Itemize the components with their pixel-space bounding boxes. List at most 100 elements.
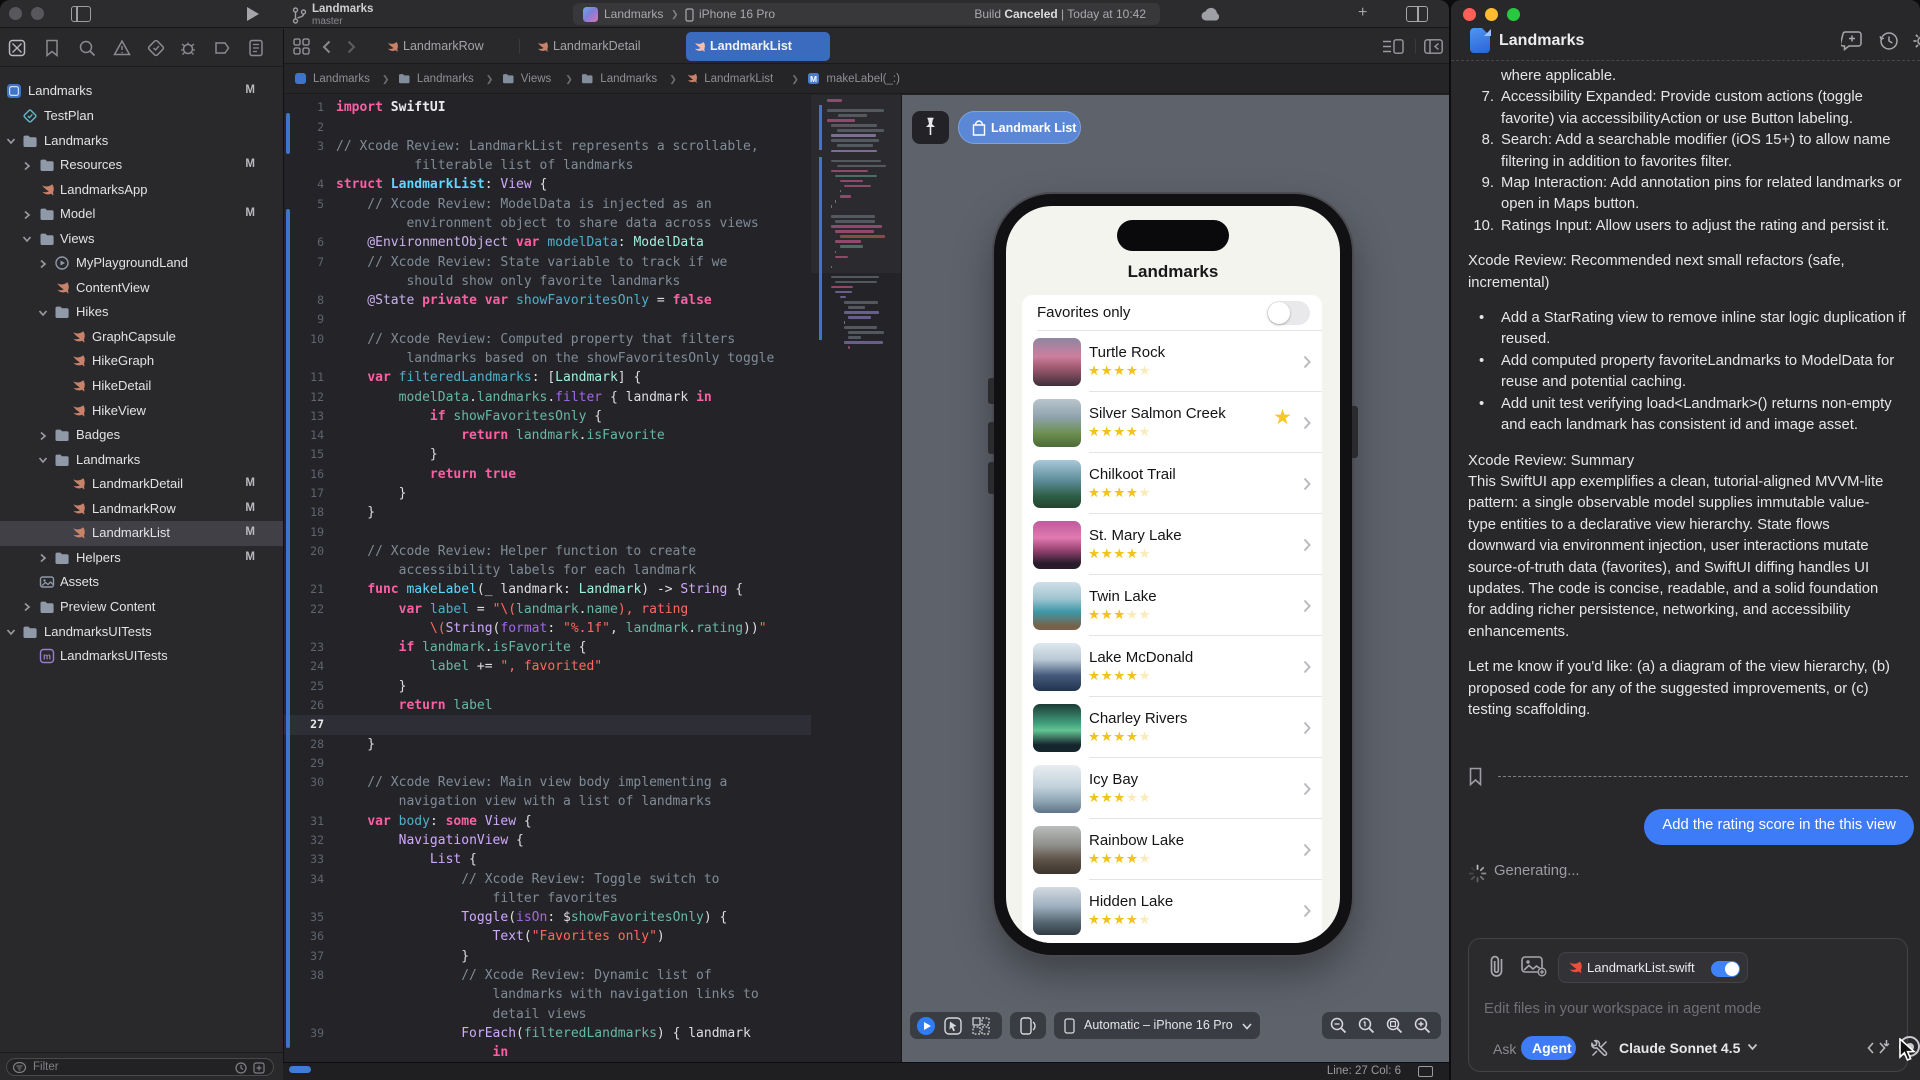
zoom-fit-icon[interactable] <box>1386 1017 1403 1034</box>
source-control-filter-icon[interactable] <box>253 1062 265 1074</box>
sidebar-item-resources[interactable]: ResourcesM <box>0 153 283 178</box>
zoom-100-icon[interactable] <box>1358 1017 1375 1034</box>
disclosure-down-icon[interactable] <box>38 455 48 465</box>
split-editor-icon[interactable] <box>1406 6 1428 22</box>
sidebar-item-views[interactable]: Views <box>0 227 283 252</box>
attached-file-toggle[interactable] <box>1711 961 1740 977</box>
disclosure-right-icon[interactable] <box>38 431 48 441</box>
assistant-close-button[interactable] <box>1463 8 1476 21</box>
breadcrumb-item[interactable]: LandmarkList <box>704 73 773 85</box>
sidebar-item-helpers[interactable]: HelpersM <box>0 546 283 571</box>
landmark-row[interactable]: Rainbow Lake★★★★★ <box>1022 819 1322 880</box>
sidebar-item-hikedetail[interactable]: HikeDetail <box>0 374 283 399</box>
sidebar-item-graphcapsule[interactable]: GraphCapsule <box>0 325 283 350</box>
sidebar-item-hikegraph[interactable]: HikeGraph <box>0 349 283 374</box>
breadcrumb-item[interactable]: Landmarks <box>313 73 370 85</box>
test-navigator-icon[interactable] <box>147 39 165 57</box>
zoom-in-icon[interactable] <box>1414 1017 1431 1034</box>
variants-mode-icon[interactable] <box>972 1017 990 1035</box>
tools-icon[interactable] <box>1589 1038 1610 1059</box>
forward-icon[interactable] <box>347 40 356 54</box>
sidebar-item-assets[interactable]: Assets <box>0 570 283 595</box>
selectable-mode-icon[interactable] <box>944 1017 962 1035</box>
tab-landmarklist[interactable]: LandmarkList <box>686 32 830 61</box>
sidebar-item-landmarksapp[interactable]: LandmarksApp <box>0 178 283 203</box>
tab-landmarkdetail[interactable]: LandmarkDetail <box>529 32 681 61</box>
tab-overview-icon[interactable] <box>293 38 310 55</box>
run-button[interactable] <box>247 7 259 21</box>
device-settings-icon[interactable] <box>1019 1017 1037 1035</box>
history-icon[interactable] <box>1879 31 1899 51</box>
debug-navigator-icon[interactable] <box>179 39 197 57</box>
landmark-row[interactable]: Turtle Rock★★★★★ <box>1022 331 1322 392</box>
window-close-button[interactable] <box>9 7 22 20</box>
disclosure-right-icon[interactable] <box>22 602 32 612</box>
model-selector[interactable]: Claude Sonnet 4.5 <box>1619 1040 1740 1056</box>
disclosure-right-icon[interactable] <box>22 210 32 220</box>
landmark-row[interactable]: Icy Bay★★★★★ <box>1022 758 1322 819</box>
scheme-selector[interactable]: Landmarks ❯ iPhone 16 Pro Build Canceled… <box>573 3 1160 25</box>
breakpoint-navigator-icon[interactable] <box>213 39 231 57</box>
favorites-only-toggle[interactable] <box>1267 301 1310 325</box>
bookmark-navigator-icon[interactable] <box>43 39 61 57</box>
assistant-input-box[interactable]: LandmarkList.swift Edit files in your wo… <box>1468 938 1908 1072</box>
sidebar-item-landmarks[interactable]: LandmarksM <box>0 79 283 104</box>
breadcrumb-item[interactable]: Views <box>521 73 551 85</box>
find-navigator-icon[interactable] <box>78 39 96 57</box>
disclosure-right-icon[interactable] <box>22 161 32 171</box>
gear-icon[interactable] <box>1912 31 1920 51</box>
scheme-destination[interactable]: iPhone 16 Pro <box>699 7 775 21</box>
disclosure-down-icon[interactable] <box>22 234 32 244</box>
sidebar-item-testplan[interactable]: TestPlan <box>0 104 283 129</box>
new-chat-icon[interactable] <box>1841 31 1863 51</box>
attach-image-icon[interactable] <box>1521 956 1547 977</box>
disclosure-right-icon[interactable] <box>38 553 48 563</box>
bookmark-icon[interactable] <box>1468 767 1483 786</box>
sidebar-item-landmarksuitests[interactable]: LandmarksUITests <box>0 620 283 645</box>
sidebar-item-hikes[interactable]: Hikes <box>0 300 283 325</box>
back-icon[interactable] <box>322 40 331 54</box>
landmark-row[interactable]: St. Mary Lake★★★★★ <box>1022 514 1322 575</box>
assistant-zoom-button[interactable] <box>1507 8 1520 21</box>
add-tab-button[interactable]: + <box>1358 4 1367 22</box>
disclosure-down-icon[interactable] <box>6 136 16 146</box>
sidebar-item-landmarks[interactable]: Landmarks <box>0 129 283 154</box>
disclosure-down-icon[interactable] <box>38 308 48 318</box>
horizontal-scrollbar-thumb[interactable] <box>289 1066 311 1073</box>
sidebar-item-hikeview[interactable]: HikeView <box>0 399 283 424</box>
landmark-row[interactable]: Chilkoot Trail★★★★★ <box>1022 453 1322 514</box>
attach-file-icon[interactable] <box>1487 953 1507 979</box>
toggle-navigator-icon[interactable] <box>71 6 91 22</box>
sidebar-item-landmarklist[interactable]: LandmarkListM <box>0 521 283 546</box>
sidebar-item-landmarks[interactable]: Landmarks <box>0 448 283 473</box>
code-editor[interactable]: 1import SwiftUI23// Xcode Review: Landma… <box>284 95 811 1062</box>
code-context-icon[interactable] <box>1867 1038 1890 1058</box>
assistant-minimize-button[interactable] <box>1485 8 1498 21</box>
landmark-row[interactable]: Lake McDonald★★★★★ <box>1022 636 1322 697</box>
sidebar-item-landmarksuitests[interactable]: mLandmarksUITests <box>0 644 283 669</box>
report-navigator-icon[interactable] <box>247 39 265 57</box>
pin-preview-button[interactable] <box>912 111 949 144</box>
window-minimize-button[interactable] <box>31 7 44 20</box>
breadcrumb-item[interactable]: makeLabel(_:) <box>826 73 900 85</box>
live-preview-button[interactable] <box>917 1017 935 1035</box>
ask-mode-option[interactable]: Ask <box>1493 1041 1516 1057</box>
device-picker-chip[interactable]: Automatic – iPhone 16 Pro <box>1054 1012 1260 1039</box>
code-minimap[interactable] <box>811 95 901 1062</box>
zoom-out-icon[interactable] <box>1330 1017 1347 1034</box>
landmark-row[interactable]: Twin Lake★★★★★ <box>1022 575 1322 636</box>
recent-files-icon[interactable] <box>235 1062 247 1074</box>
landmark-row[interactable]: Charley Rivers★★★★★ <box>1022 697 1322 758</box>
sidebar-item-contentview[interactable]: ContentView <box>0 276 283 301</box>
sidebar-item-landmarkrow[interactable]: LandmarkRowM <box>0 497 283 522</box>
issue-navigator-icon[interactable] <box>113 39 131 57</box>
attached-file-chip[interactable]: LandmarkList.swift <box>1558 952 1748 983</box>
scheme-name[interactable]: Landmarks <box>604 7 663 21</box>
landmark-row[interactable]: Silver Salmon Creek★★★★★★ <box>1022 392 1322 453</box>
breadcrumb-item[interactable]: Landmarks <box>417 73 474 85</box>
disclosure-down-icon[interactable] <box>6 627 16 637</box>
breadcrumb-item[interactable]: Landmarks <box>600 73 657 85</box>
sidebar-item-model[interactable]: ModelM <box>0 202 283 227</box>
agent-mode-option[interactable]: Agent <box>1521 1036 1576 1060</box>
preview-target-pill[interactable]: Landmark List <box>958 111 1081 144</box>
